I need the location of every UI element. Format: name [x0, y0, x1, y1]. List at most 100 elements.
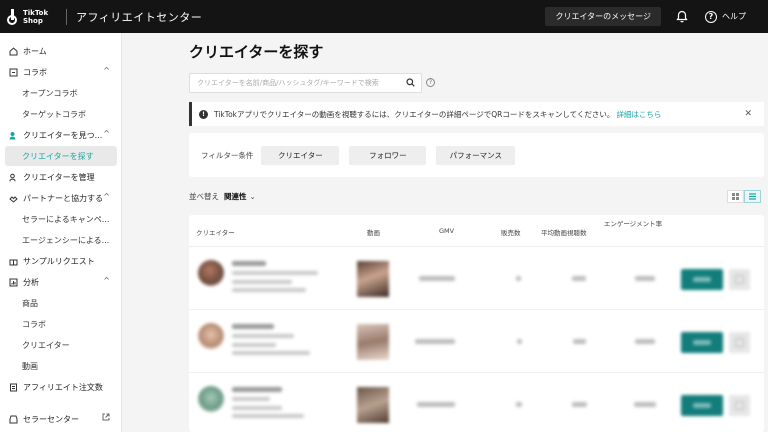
more-button[interactable] [729, 395, 750, 416]
table-header: クリエイター 動画 GMV 販売数 平均動画視聴数 エンゲージメント率 [189, 215, 764, 247]
close-icon[interactable]: ✕ [744, 109, 752, 119]
filter-follower-button[interactable]: フォロワー [349, 145, 427, 165]
sidebar-item-find-creators[interactable]: クリエイターを見つ... ^ [0, 125, 122, 145]
sidebar-item-label: 分析 [23, 277, 39, 287]
chevron-up-icon: ^ [103, 129, 110, 138]
creator-search[interactable] [189, 73, 422, 93]
sidebar-item-sample-request[interactable]: サンプルリクエスト [0, 251, 122, 271]
video-thumbnail[interactable] [357, 261, 389, 297]
sidebar: ホーム コラボ ^ オープンコラボ ターゲットコラボ クリエイターを見つ... … [0, 33, 122, 432]
help-icon: ? [705, 10, 717, 23]
sidebar-item-home[interactable]: ホーム [0, 41, 122, 61]
sidebar-item-affiliate-orders[interactable]: アフィリエイト注文数 [0, 377, 122, 397]
view-toggle [727, 190, 761, 203]
sort-label: 並べ替え [189, 192, 219, 201]
avatar [198, 323, 224, 349]
sidebar-item-analytics[interactable]: 分析 ^ [0, 272, 122, 292]
external-link-icon [102, 413, 110, 423]
sidebar-item-target-collab[interactable]: ターゲットコラボ [0, 104, 122, 124]
bell-icon[interactable] [675, 10, 689, 24]
tiktok-shop-logo[interactable]: TikTok Shop [7, 9, 64, 25]
sidebar-item-analytics-creator[interactable]: クリエイター [0, 335, 122, 355]
column-header-sales[interactable]: 販売数 [501, 227, 521, 237]
avatar [198, 386, 224, 412]
sidebar-item-products[interactable]: 商品 [0, 293, 122, 313]
column-header-video[interactable]: 動画 [367, 227, 380, 237]
sidebar-item-videos[interactable]: 動画 [0, 356, 122, 376]
logo-line1: TikTok [23, 8, 49, 17]
sidebar-item-agency[interactable]: エージェンシーによる... [0, 230, 122, 250]
partner-icon [8, 193, 18, 203]
sidebar-item-label: エージェンシーによる... [22, 235, 110, 245]
creator-name [232, 387, 282, 392]
page-title: クリエイターを探す [189, 43, 324, 61]
sidebar-item-search-creators[interactable]: クリエイターを探す [5, 146, 117, 166]
filter-creator-button[interactable]: クリエイター [261, 145, 340, 165]
search-icon[interactable] [406, 78, 416, 88]
sidebar-item-label: クリエイターを探す [22, 151, 94, 161]
creator-name [232, 261, 266, 266]
sidebar-item-seller-campaign[interactable]: セラーによるキャンペ... [0, 209, 122, 229]
table-row[interactable] [189, 247, 764, 310]
sidebar-item-label: クリエイターを見つ... [23, 130, 103, 140]
invite-button[interactable] [681, 269, 723, 290]
column-header-gmv[interactable]: GMV [439, 227, 454, 235]
more-button[interactable] [729, 332, 750, 353]
logo-line2: Shop [23, 16, 43, 25]
sidebar-item-label: ターゲットコラボ [22, 109, 86, 119]
video-thumbnail[interactable] [357, 324, 389, 360]
sort-value: 関連性 [224, 192, 247, 201]
table-row[interactable] [189, 310, 764, 373]
help-link[interactable]: ? ヘルプ [705, 10, 746, 23]
table-row[interactable] [189, 373, 764, 432]
chevron-up-icon: ^ [103, 192, 110, 201]
sidebar-item-label: パートナーと協力する [23, 193, 103, 203]
chevron-up-icon: ^ [103, 276, 110, 285]
sidebar-item-label: 動画 [22, 361, 38, 371]
sample-icon [8, 256, 18, 266]
sidebar-item-label: アフィリエイト注文数 [23, 382, 103, 392]
sidebar-item-label: セラーによるキャンペ... [22, 214, 110, 224]
filter-performance-button[interactable]: パフォーマンス [436, 145, 516, 165]
help-label: ヘルプ [722, 12, 746, 21]
seller-center-icon [8, 414, 18, 424]
sort-dropdown[interactable]: 並べ替え 関連性 ⌄ [189, 191, 256, 202]
sidebar-item-open-collab[interactable]: オープンコラボ [0, 83, 122, 103]
creator-messages-button[interactable]: クリエイターのメッセージ [545, 7, 661, 26]
sidebar-item-collab[interactable]: コラボ ^ [0, 62, 122, 82]
question-icon[interactable]: ? [426, 78, 435, 87]
sidebar-item-manage-creators[interactable]: クリエイターを管理 [0, 167, 122, 187]
invite-button[interactable] [681, 395, 723, 416]
collab-icon [8, 67, 18, 77]
column-header-engagement[interactable]: エンゲージメント率 [603, 220, 663, 229]
column-header-creator[interactable]: クリエイター [196, 227, 235, 237]
sidebar-item-label: クリエイターを管理 [23, 172, 95, 182]
column-header-avg-views[interactable]: 平均動画視聴数 [541, 227, 587, 237]
video-thumbnail[interactable] [357, 387, 389, 423]
list-view-icon[interactable] [744, 190, 761, 203]
tiktok-logo-icon [7, 9, 20, 25]
filter-panel: フィルター条件 クリエイター フォロワー パフォーマンス [189, 133, 764, 177]
invite-button[interactable] [681, 332, 723, 353]
more-button[interactable] [729, 269, 750, 290]
sidebar-item-partner[interactable]: パートナーと協力する ^ [0, 188, 122, 208]
notice-text: TikTokアプリでクリエイターの動画を視聴するには、クリエイターの詳細ページで… [214, 109, 615, 119]
search-input[interactable] [190, 74, 402, 92]
user-search-icon [8, 130, 18, 140]
users-icon [8, 172, 18, 182]
chevron-up-icon: ^ [103, 66, 110, 75]
divider [66, 8, 67, 25]
top-bar: TikTok Shop アフィリエイトセンター クリエイターのメッセージ ? ヘ… [0, 0, 768, 33]
home-icon [8, 46, 18, 56]
notice-link[interactable]: 詳細はこちら [616, 109, 661, 120]
app-title: アフィリエイトセンター [76, 10, 203, 24]
sidebar-item-seller-center[interactable]: セラーセンター [0, 409, 122, 429]
sidebar-item-analytics-collab[interactable]: コラボ [0, 314, 122, 334]
filter-label: フィルター条件 [201, 150, 254, 160]
sidebar-item-label: コラボ [23, 67, 47, 77]
sidebar-item-label: オープンコラボ [22, 88, 78, 98]
avatar [198, 260, 224, 286]
info-icon: ! [199, 109, 208, 119]
grid-view-icon[interactable] [727, 190, 744, 203]
analytics-icon [8, 277, 18, 287]
